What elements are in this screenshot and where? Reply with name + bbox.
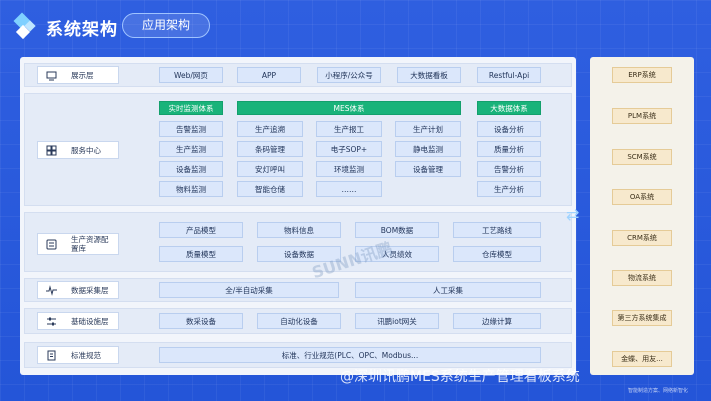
service-item[interactable]: 安灯呼叫 [237, 161, 303, 177]
data-collection-row: 数据采集层 全/半自动采集 人工采集 [24, 278, 572, 302]
external-system[interactable]: 第三方系统集成 [612, 310, 672, 326]
database-icon [46, 239, 57, 250]
infra-item[interactable]: 自动化设备 [257, 313, 341, 329]
service-item[interactable]: 质量分析 [477, 141, 541, 157]
standard-text: 标准规范 [71, 350, 101, 360]
service-item[interactable]: 告警监测 [159, 121, 223, 137]
external-system[interactable]: SCM系统 [612, 149, 672, 165]
resource-config-text: 生产资源配置库 [71, 235, 109, 253]
grid-icon [46, 145, 57, 156]
tab-app-architecture[interactable]: 应用架构 [122, 13, 210, 38]
footer-text: 智能制造方案、网络新智化 [628, 388, 689, 394]
infra-item[interactable]: 边缘计算 [453, 313, 541, 329]
service-item[interactable]: 告警分析 [477, 161, 541, 177]
external-system[interactable]: 金蝶、用友... [612, 351, 672, 367]
service-item[interactable]: 设备分析 [477, 121, 541, 137]
service-item[interactable]: 环境监测 [316, 161, 382, 177]
external-system[interactable]: 物流系统 [612, 270, 672, 286]
external-system[interactable]: PLM系统 [612, 108, 672, 124]
service-item[interactable]: 设备管理 [395, 161, 461, 177]
resource-config-label: 生产资源配置库 [37, 233, 119, 255]
infra-item[interactable]: 讯鹏iot网关 [355, 313, 439, 329]
service-item[interactable]: 生产计划 [395, 121, 461, 137]
watermark-text: @深圳讯鹏MES系统生产管理看板系统 [340, 369, 580, 385]
external-system[interactable]: OA系统 [612, 189, 672, 205]
resource-item[interactable]: 产品模型 [159, 222, 243, 238]
service-item[interactable]: 静电监测 [395, 141, 461, 157]
display-layer-label: 展示层 [37, 66, 119, 84]
display-item-restful-api[interactable]: Restful-Api [477, 67, 541, 83]
standard-item[interactable]: 标准、行业规范(PLC、OPC、Modbus... [159, 347, 541, 363]
service-item[interactable]: 设备监测 [159, 161, 223, 177]
external-system[interactable]: ERP系统 [612, 67, 672, 83]
service-item[interactable]: 电子SOP+ [316, 141, 382, 157]
resource-config-row: 生产资源配置库 产品模型 物料信息 BOM数据 工艺路线 质量模型 设备数据 人… [24, 212, 572, 272]
service-center-label: 服务中心 [37, 141, 119, 159]
service-item[interactable]: 生产监测 [159, 141, 223, 157]
collect-item-auto[interactable]: 全/半自动采集 [159, 282, 339, 298]
resource-item[interactable]: BOM数据 [355, 222, 439, 238]
infra-item[interactable]: 数采设备 [159, 313, 243, 329]
logo-icon [13, 12, 36, 40]
architecture-panel: 展示层 Web/网页 APP 小程序/公众号 大数据看板 Restful-Api… [20, 57, 576, 375]
bigdata-system-header: 大数据体系 [477, 101, 541, 115]
sliders-icon [46, 316, 57, 327]
resource-item[interactable]: 质量模型 [159, 246, 243, 262]
infrastructure-text: 基础设施层 [71, 316, 109, 326]
service-center-row: 服务中心 实时监测体系 告警监测 生产监测 设备监测 物料监测 MES体系 生产… [24, 93, 572, 206]
service-item[interactable]: 生产报工 [316, 121, 382, 137]
document-icon [46, 350, 57, 361]
pulse-icon [46, 284, 57, 296]
display-layer-text: 展示层 [71, 70, 94, 80]
service-item[interactable]: 条码管理 [237, 141, 303, 157]
collect-item-manual[interactable]: 人工采集 [355, 282, 541, 298]
resource-item[interactable]: 仓库模型 [453, 246, 541, 262]
resource-item[interactable]: 物料信息 [257, 222, 341, 238]
swap-arrows-icon: ⇄ [566, 205, 580, 224]
infrastructure-label: 基础设施层 [37, 312, 119, 330]
resource-item[interactable]: 工艺路线 [453, 222, 541, 238]
display-item-web[interactable]: Web/网页 [159, 67, 223, 83]
infrastructure-row: 基础设施层 数采设备 自动化设备 讯鹏iot网关 边缘计算 [24, 308, 572, 334]
service-center-text: 服务中心 [71, 145, 101, 155]
service-item[interactable]: …… [316, 181, 382, 197]
data-collection-label: 数据采集层 [37, 281, 119, 299]
external-systems-panel: ERP系统 PLM系统 SCM系统 OA系统 CRM系统 物流系统 第三方系统集… [590, 57, 694, 375]
page-title: 系统架构 [46, 20, 118, 40]
service-item[interactable]: 智能仓储 [237, 181, 303, 197]
realtime-monitor-header: 实时监测体系 [159, 101, 223, 115]
standard-row: 标准规范 标准、行业规范(PLC、OPC、Modbus... [24, 342, 572, 368]
display-item-bigdata-board[interactable]: 大数据看板 [397, 67, 461, 83]
display-layer-row: 展示层 Web/网页 APP 小程序/公众号 大数据看板 Restful-Api [24, 63, 572, 87]
service-item[interactable]: 生产分析 [477, 181, 541, 197]
monitor-icon [46, 70, 57, 81]
service-item[interactable]: 生产追溯 [237, 121, 303, 137]
display-item-miniprogram[interactable]: 小程序/公众号 [317, 67, 381, 83]
service-item[interactable]: 物料监测 [159, 181, 223, 197]
standard-label: 标准规范 [37, 346, 119, 364]
mes-system-header: MES体系 [237, 101, 461, 115]
display-item-app[interactable]: APP [237, 67, 301, 83]
external-system[interactable]: CRM系统 [612, 230, 672, 246]
data-collection-text: 数据采集层 [71, 285, 109, 295]
